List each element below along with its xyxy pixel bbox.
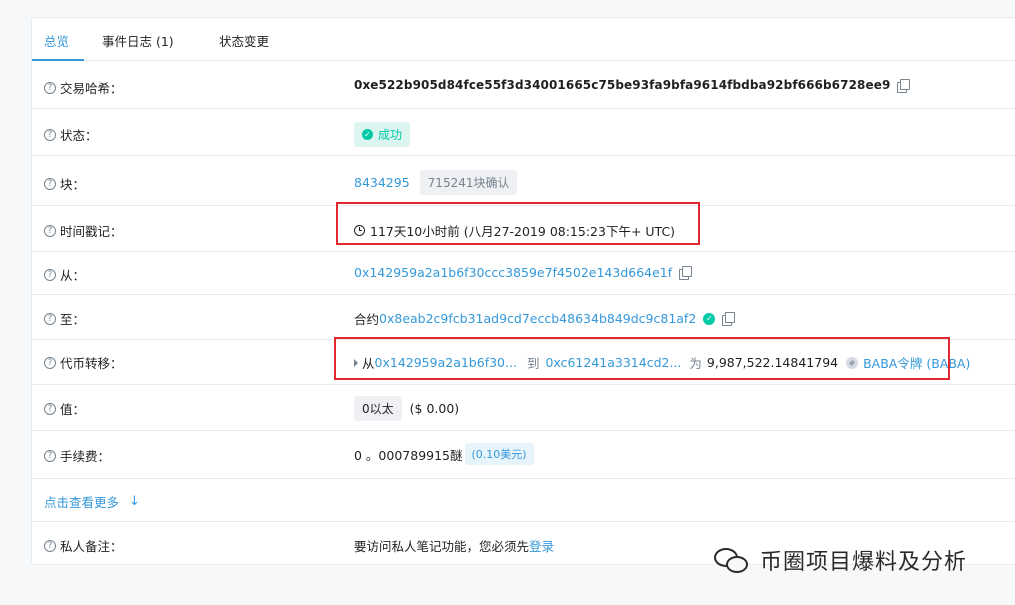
transfer-to-prefix: 到 [526, 356, 540, 371]
divider [32, 478, 1015, 479]
watermark-text: 币圈项目爆料及分析 [760, 550, 968, 575]
watermark: 币圈项目爆料及分析 [712, 544, 967, 576]
tab-overview[interactable]: 总览 [44, 31, 69, 50]
value-eth-badge: 0以太 [354, 396, 402, 421]
token-icon [846, 356, 859, 369]
token-name-link[interactable]: BABA令牌 (BABA) [863, 353, 970, 372]
divider [32, 251, 1015, 252]
help-icon: ? [44, 539, 56, 552]
transfer-to-link[interactable]: 0xc61241a3314cd2... [545, 355, 681, 370]
copy-icon[interactable] [897, 78, 911, 93]
tx-hash-label-wrap: ? 交易哈希： [44, 78, 123, 97]
fee-label: 手续费： [60, 449, 111, 464]
status-label-wrap: ? 状态： [44, 125, 98, 144]
copy-icon[interactable] [722, 312, 736, 326]
tab-event-logs[interactable]: 事件日志 (1) [102, 31, 174, 50]
tab-state-changes[interactable]: 状态变更 [219, 31, 269, 50]
login-link[interactable]: 登录 [529, 536, 554, 555]
to-prefix: 合约 [354, 312, 380, 327]
value-usd: ($ 0.00) [409, 401, 460, 416]
from-value-wrap: 0x142959a2a1b6f30ccc3859e7f4502e143d664e… [354, 265, 693, 280]
see-more-link[interactable]: 点击查看更多 ↓ [44, 492, 140, 511]
block-label-wrap: ? 块： [44, 174, 85, 193]
help-icon: ? [44, 224, 56, 237]
status-badge: ✓ 成功 [354, 122, 411, 147]
value-label-wrap: ? 值： [44, 399, 85, 418]
note-label-wrap: ? 私人备注： [44, 536, 123, 555]
divider [32, 294, 1015, 295]
help-icon: ? [44, 177, 56, 190]
tx-hash-value-wrap: 0xe522b905d84fce55f3d34001665c75be93fa9b… [354, 78, 911, 93]
transfer-amount-prefix: 为 [689, 356, 702, 371]
block-value-wrap: 8434295 715241块确认 [354, 170, 518, 195]
divider [32, 339, 1015, 340]
active-tab-indicator [32, 59, 84, 61]
token-transfer-label: 代币转移： [60, 356, 123, 371]
help-icon: ? [44, 268, 56, 281]
tx-hash-label: 交易哈希： [60, 81, 123, 96]
status-label: 状态： [60, 128, 98, 143]
help-icon: ? [44, 402, 56, 415]
divider [32, 205, 1015, 206]
caret-right-icon[interactable] [354, 358, 358, 367]
block-number-link[interactable]: 8434295 [354, 175, 410, 190]
timestamp-value-wrap: 117天10小时前 (八月27-2019 08:15:23下午+ UTC) [354, 221, 675, 240]
help-icon: ? [44, 356, 56, 369]
fee-usd-badge: (0.10美元) [464, 443, 534, 465]
wechat-logo-icon [712, 546, 752, 574]
help-icon: ? [44, 449, 56, 462]
to-label: 至： [60, 312, 86, 327]
fee-value: 0 。000789915醚 [354, 447, 463, 463]
block-label: 块： [60, 177, 86, 192]
to-label-wrap: ? 至： [44, 309, 85, 328]
timestamp-value: 117天10小时前 (八月27-2019 08:15:23下午+ UTC) [370, 224, 676, 239]
divider [32, 108, 1015, 109]
value-label: 值： [60, 402, 86, 417]
divider [32, 155, 1015, 156]
from-label-wrap: ? 从： [44, 265, 85, 284]
clock-icon [354, 225, 365, 236]
check-circle-icon: ✓ [362, 129, 373, 140]
token-transfer-value-wrap: 从 0x142959a2a1b6f30... 到 0xc61241a3314cd… [354, 353, 970, 372]
block-confirmations-badge: 715241块确认 [419, 170, 518, 195]
timestamp-label-wrap: ? 时间戳记： [44, 221, 123, 240]
tx-hash-value: 0xe522b905d84fce55f3d34001665c75be93fa9b… [354, 78, 891, 92]
from-address-link[interactable]: 0x142959a2a1b6f30ccc3859e7f4502e143d664e… [354, 265, 672, 280]
status-value-wrap: ✓ 成功 [354, 122, 411, 147]
help-icon: ? [44, 128, 56, 141]
help-icon: ? [44, 81, 56, 94]
transfer-from-prefix: 从 [362, 356, 375, 371]
divider [32, 521, 1015, 522]
verified-check-icon: ✓ [703, 312, 716, 325]
from-label: 从： [60, 268, 86, 283]
to-value-wrap: 合约 0x8eab2c9fcb31ad9cd7eccb48634b849dc9c… [354, 309, 736, 328]
tab-bar: 总览 事件日志 (1) 状态变更 [32, 18, 1015, 61]
transfer-from-link[interactable]: 0x142959a2a1b6f30... [375, 355, 517, 370]
to-contract-link[interactable]: 0x8eab2c9fcb31ad9cd7eccb48634b849dc9c81a… [379, 311, 696, 326]
transaction-card: 总览 事件日志 (1) 状态变更 ? 交易哈希： 0xe522b905d84fc… [31, 17, 1015, 565]
copy-icon[interactable] [679, 266, 693, 280]
token-transfer-label-wrap: ? 代币转移： [44, 353, 123, 372]
value-value-wrap: 0以太 ($ 0.00) [354, 396, 459, 421]
divider [32, 430, 1015, 431]
fee-value-wrap: 0 。000789915醚 (0.10美元) [354, 443, 534, 465]
fee-label-wrap: ? 手续费： [44, 446, 110, 465]
note-value-wrap: 要访问私人笔记功能，您必须先 登录 [354, 536, 554, 555]
note-text: 要访问私人笔记功能，您必须先 [354, 539, 530, 554]
arrow-down-icon: ↓ [129, 494, 140, 509]
transfer-amount: 9,987,522.14841794 [706, 355, 839, 370]
divider [32, 384, 1015, 385]
timestamp-label: 时间戳记： [60, 224, 123, 239]
note-label: 私人备注： [60, 539, 123, 554]
see-more-label: 点击查看更多 [44, 495, 120, 510]
help-icon: ? [44, 312, 56, 325]
status-value: 成功 [378, 128, 403, 142]
